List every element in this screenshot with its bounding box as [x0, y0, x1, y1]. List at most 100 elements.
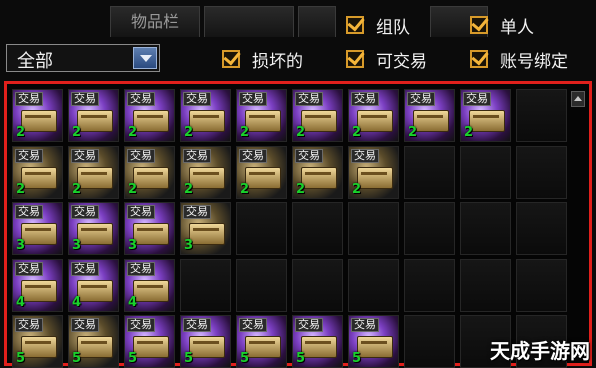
filter-single[interactable]: 单人 [470, 12, 534, 38]
inventory-slot[interactable]: 交易 5 [124, 315, 175, 368]
category-dropdown[interactable]: 全部 [6, 44, 160, 72]
inventory-slot[interactable]: 交易 2 [180, 145, 231, 199]
inventory-slot[interactable]: 交易 2 [236, 89, 287, 142]
inventory-slot[interactable]: 交易 3 [68, 202, 119, 255]
filter-tradable-label: 可交易 [376, 51, 427, 72]
trade-book-item-icon[interactable]: 交易 2 [181, 146, 230, 198]
inventory-slot[interactable] [404, 145, 455, 199]
trade-book-item-icon[interactable]: 交易 2 [181, 90, 230, 141]
inventory-slot[interactable] [516, 202, 567, 255]
trade-book-item-icon[interactable]: 交易 3 [69, 203, 118, 254]
inventory-slot[interactable] [404, 315, 455, 368]
trade-book-item-icon[interactable]: 交易 2 [13, 146, 62, 198]
inventory-slot[interactable] [460, 258, 511, 312]
trade-book-item-icon[interactable]: 交易 5 [69, 316, 118, 367]
tab-3[interactable] [298, 6, 336, 37]
inventory-slot[interactable]: 交易 2 [292, 145, 343, 199]
inventory-slot[interactable] [460, 145, 511, 199]
inventory-slot[interactable] [236, 258, 287, 312]
inventory-slot[interactable]: 交易 3 [124, 202, 175, 255]
trade-book-item-icon[interactable]: 交易 2 [69, 90, 118, 141]
trade-tag: 交易 [71, 261, 99, 276]
trade-book-item-icon[interactable]: 交易 3 [13, 203, 62, 254]
inventory-slot[interactable]: 交易 2 [460, 89, 511, 142]
inventory-slot[interactable]: 交易 4 [12, 258, 63, 312]
trade-book-item-icon[interactable]: 交易 5 [349, 316, 398, 367]
trade-book-item-icon[interactable]: 交易 4 [125, 259, 174, 311]
trade-book-item-icon[interactable]: 交易 2 [13, 90, 62, 141]
trade-book-item-icon[interactable]: 交易 4 [69, 259, 118, 311]
trade-book-item-icon[interactable]: 交易 2 [405, 90, 454, 141]
checkbox-checked-icon[interactable] [222, 50, 240, 68]
inventory-slot[interactable] [460, 202, 511, 255]
trade-book-item-icon[interactable]: 交易 2 [125, 90, 174, 141]
inventory-slot[interactable]: 交易 4 [124, 258, 175, 312]
trade-book-item-icon[interactable]: 交易 2 [349, 90, 398, 141]
inventory-slot[interactable]: 交易 2 [12, 89, 63, 142]
inventory-slot[interactable] [292, 258, 343, 312]
trade-book-item-icon[interactable]: 交易 2 [349, 146, 398, 198]
inventory-slot[interactable]: 交易 2 [348, 145, 399, 199]
inventory-slot[interactable]: 交易 5 [12, 315, 63, 368]
inventory-slot[interactable] [404, 202, 455, 255]
inventory-slot[interactable] [348, 202, 399, 255]
item-quantity: 5 [16, 351, 26, 366]
inventory-slot[interactable]: 交易 3 [180, 202, 231, 255]
inventory-slot[interactable]: 交易 2 [180, 89, 231, 142]
inventory-slot[interactable]: 交易 2 [348, 89, 399, 142]
tab-inventory[interactable]: 物品栏 [110, 6, 200, 37]
scroll-up-button[interactable] [571, 91, 585, 107]
inventory-slot[interactable]: 交易 5 [180, 315, 231, 368]
trade-book-item-icon[interactable]: 交易 3 [181, 203, 230, 254]
item-quantity: 4 [128, 294, 138, 310]
checkbox-checked-icon[interactable] [346, 16, 364, 34]
inventory-slot[interactable] [292, 202, 343, 255]
inventory-slot[interactable] [180, 258, 231, 312]
inventory-slot[interactable]: 交易 2 [68, 145, 119, 199]
filter-account-bind[interactable]: 账号绑定 [470, 46, 568, 72]
trade-book-item-icon[interactable]: 交易 5 [237, 316, 286, 367]
inventory-slot[interactable]: 交易 5 [236, 315, 287, 368]
inventory-slot[interactable]: 交易 2 [12, 145, 63, 199]
trade-book-item-icon[interactable]: 交易 5 [13, 316, 62, 367]
trade-tag: 交易 [239, 148, 267, 163]
trade-book-item-icon[interactable]: 交易 5 [125, 316, 174, 367]
trade-book-item-icon[interactable]: 交易 2 [293, 146, 342, 198]
trade-book-item-icon[interactable]: 交易 3 [125, 203, 174, 254]
inventory-slot[interactable] [404, 258, 455, 312]
inventory-slot[interactable]: 交易 4 [68, 258, 119, 312]
trade-book-item-icon[interactable]: 交易 5 [293, 316, 342, 367]
inventory-slot[interactable]: 交易 2 [124, 89, 175, 142]
trade-book-item-icon[interactable]: 交易 4 [13, 259, 62, 311]
book-icon [245, 166, 281, 189]
trade-book-item-icon[interactable]: 交易 2 [125, 146, 174, 198]
inventory-slot[interactable]: 交易 2 [124, 145, 175, 199]
inventory-slot[interactable] [348, 258, 399, 312]
tab-2[interactable] [204, 6, 294, 37]
trade-book-item-icon[interactable]: 交易 5 [181, 316, 230, 367]
checkbox-checked-icon[interactable] [346, 50, 364, 68]
checkbox-checked-icon[interactable] [470, 50, 488, 68]
inventory-slot[interactable] [516, 89, 567, 142]
inventory-slot[interactable]: 交易 2 [292, 89, 343, 142]
trade-book-item-icon[interactable]: 交易 2 [461, 90, 510, 141]
inventory-slot[interactable]: 交易 5 [348, 315, 399, 368]
inventory-slot[interactable] [516, 145, 567, 199]
trade-book-item-icon[interactable]: 交易 2 [69, 146, 118, 198]
checkbox-checked-icon[interactable] [470, 16, 488, 34]
inventory-slot[interactable] [236, 202, 287, 255]
inventory-slot[interactable]: 交易 2 [68, 89, 119, 142]
filter-team[interactable]: 组队 [346, 12, 410, 38]
inventory-slot[interactable] [516, 258, 567, 312]
trade-book-item-icon[interactable]: 交易 2 [237, 90, 286, 141]
inventory-slot[interactable]: 交易 2 [404, 89, 455, 142]
filter-tradable[interactable]: 可交易 [346, 46, 427, 72]
inventory-slot[interactable]: 交易 5 [68, 315, 119, 368]
trade-book-item-icon[interactable]: 交易 2 [237, 146, 286, 198]
trade-book-item-icon[interactable]: 交易 2 [293, 90, 342, 141]
inventory-slot[interactable]: 交易 5 [292, 315, 343, 368]
filter-broken[interactable]: 损坏的 [222, 46, 303, 72]
chevron-down-icon[interactable] [133, 47, 157, 69]
inventory-slot[interactable]: 交易 3 [12, 202, 63, 255]
inventory-slot[interactable]: 交易 2 [236, 145, 287, 199]
